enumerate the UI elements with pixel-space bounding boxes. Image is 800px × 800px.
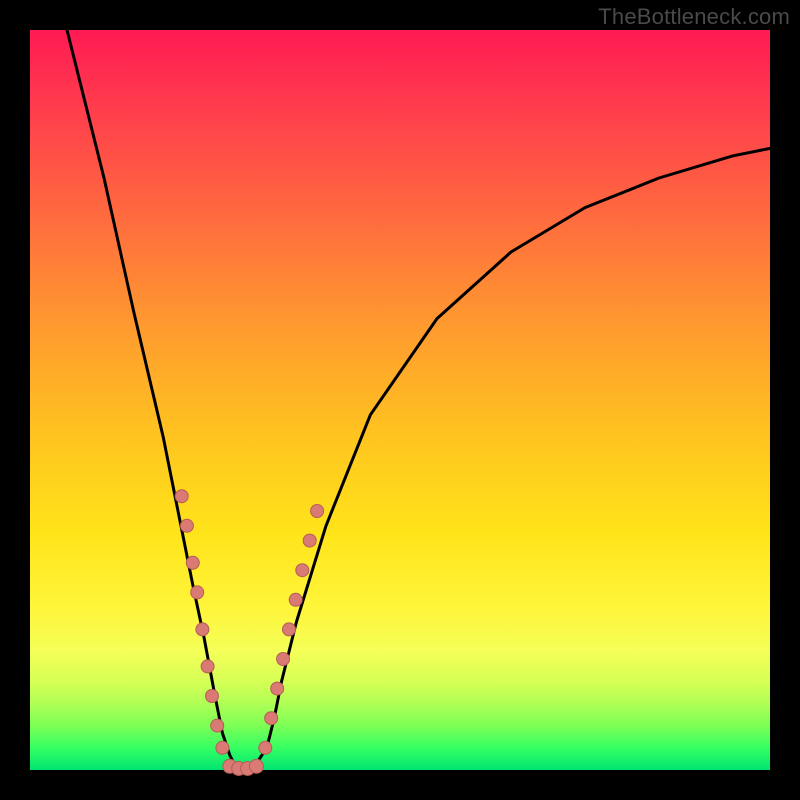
bead bbox=[211, 719, 224, 732]
bead bbox=[201, 660, 214, 673]
bead bbox=[259, 741, 272, 754]
bead bbox=[303, 534, 316, 547]
curve-beads bbox=[175, 490, 323, 776]
chart-frame: TheBottleneck.com bbox=[0, 0, 800, 800]
bead bbox=[216, 741, 229, 754]
bead bbox=[265, 712, 278, 725]
bead bbox=[175, 490, 188, 503]
bead bbox=[283, 623, 296, 636]
bead bbox=[180, 519, 193, 532]
bead bbox=[311, 505, 324, 518]
bead bbox=[186, 556, 199, 569]
bead bbox=[289, 593, 302, 606]
bead bbox=[196, 623, 209, 636]
bead bbox=[249, 759, 263, 773]
chart-overlay bbox=[30, 30, 770, 770]
bead bbox=[191, 586, 204, 599]
bead bbox=[277, 653, 290, 666]
bead bbox=[296, 564, 309, 577]
watermark-text: TheBottleneck.com bbox=[598, 4, 790, 30]
bead bbox=[271, 682, 284, 695]
bottleneck-curve bbox=[67, 30, 770, 770]
bead bbox=[206, 690, 219, 703]
